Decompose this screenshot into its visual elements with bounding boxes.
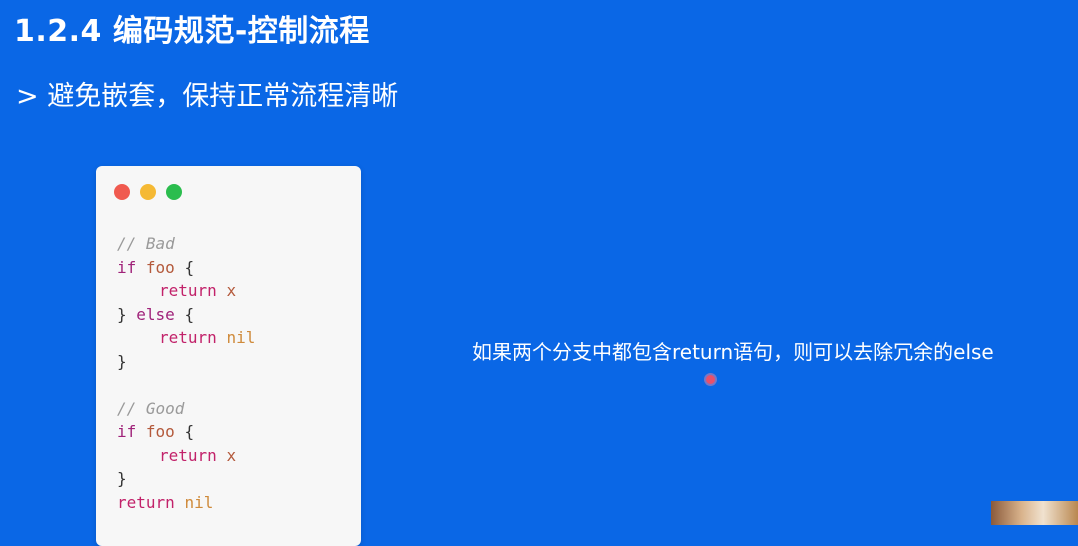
code-line-return-x: return x [159,281,237,300]
explanation-note: 如果两个分支中都包含return语句，则可以去除冗余的else [472,340,994,364]
code-line-good-comment: // Good [117,398,185,418]
window-maximize-dot-icon [166,184,182,200]
code-line-if-foo: if foo { [117,257,195,277]
pointer-dot-icon [706,375,715,384]
code-line-close-brace: } [117,351,127,371]
window-close-dot-icon [114,184,130,200]
window-minimize-dot-icon [140,184,156,200]
code-window: // Bad if foo { return x } else { return… [96,166,361,546]
code-line-else: } else { [117,304,195,324]
slide-subtitle: > 避免嵌套，保持正常流程清晰 [16,81,399,112]
code-line-if-foo-good: if foo { [117,422,195,441]
code-line-return-nil-good: return nil [117,492,214,512]
webcam-thumbnail [991,501,1078,525]
code-block: // Bad if foo { return x } else { return… [117,232,255,514]
code-line-return-nil: return nil [159,328,256,347]
code-line-close-brace-good: } [117,469,127,488]
code-line-return-x-good: return x [159,445,237,465]
slide-title: 1.2.4 编码规范-控制流程 [14,14,370,49]
code-line-bad-comment: // Bad [117,234,175,253]
